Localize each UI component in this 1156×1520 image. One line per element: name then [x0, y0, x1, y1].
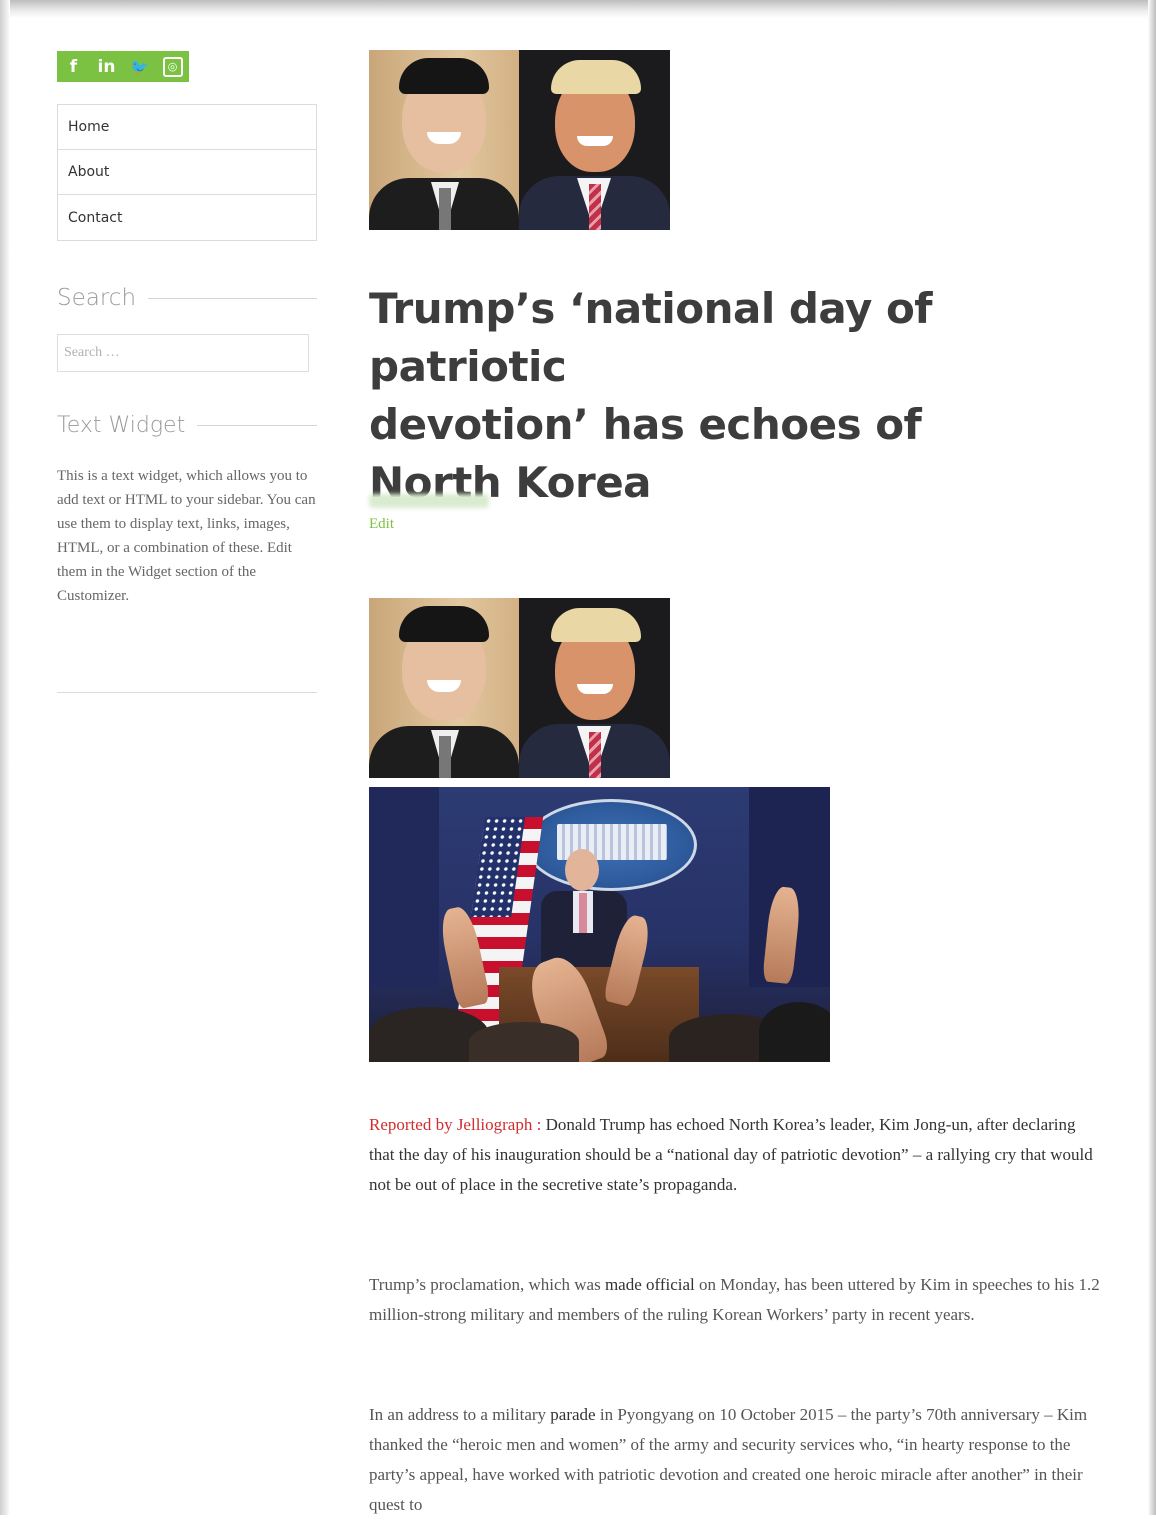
- search-widget-title: Search: [57, 285, 317, 311]
- inline-image-portraits: [369, 598, 670, 778]
- featured-image[interactable]: [369, 50, 670, 230]
- menu-item-about[interactable]: About: [58, 150, 316, 195]
- window-shadow-right: [1148, 0, 1156, 1515]
- instagram-icon[interactable]: ◎: [156, 51, 189, 82]
- window-shadow-top: [0, 0, 1156, 18]
- article-paragraph: Trump’s proclamation, which was made off…: [369, 1275, 1100, 1324]
- reported-by-link[interactable]: Reported by Jelliograph :: [369, 1115, 541, 1134]
- menu-item-contact[interactable]: Contact: [58, 195, 316, 240]
- linkedin-icon[interactable]: in: [90, 51, 123, 82]
- portrait-right: [519, 598, 670, 778]
- portrait-left: [369, 598, 519, 778]
- inline-link[interactable]: parade: [550, 1405, 595, 1424]
- post-title: Trump’s ‘national day of patriotic devot…: [369, 284, 933, 507]
- inline-image-press-briefing: [369, 787, 830, 1062]
- facebook-icon[interactable]: f: [57, 51, 90, 82]
- search-title: Search: [57, 285, 137, 311]
- text-widget-heading: Text Widget: [57, 413, 186, 438]
- portrait-left: [369, 50, 519, 230]
- menu-item-home[interactable]: Home: [58, 105, 316, 150]
- search-input[interactable]: [57, 334, 309, 372]
- article-paragraph: In an address to a military parade in Py…: [369, 1405, 1088, 1514]
- sidebar-menu: Home About Contact: [57, 104, 317, 241]
- post-date-blurred: [369, 494, 489, 508]
- title-divider: [197, 425, 317, 426]
- social-links: f in 🐦 ◎: [57, 51, 189, 82]
- text-widget-title: Text Widget: [57, 413, 317, 438]
- text-widget-body: This is a text widget, which allows you …: [57, 468, 316, 604]
- title-divider: [148, 297, 317, 299]
- window-shadow-left: [0, 0, 10, 1515]
- edit-link[interactable]: Edit: [369, 516, 394, 533]
- twitter-icon[interactable]: 🐦: [123, 51, 156, 82]
- inline-link[interactable]: made official: [605, 1275, 695, 1294]
- sidebar-divider: [57, 692, 317, 693]
- portrait-right: [519, 50, 670, 230]
- article-paragraph: Reported by Jelliograph : Donald Trump h…: [369, 1115, 1093, 1194]
